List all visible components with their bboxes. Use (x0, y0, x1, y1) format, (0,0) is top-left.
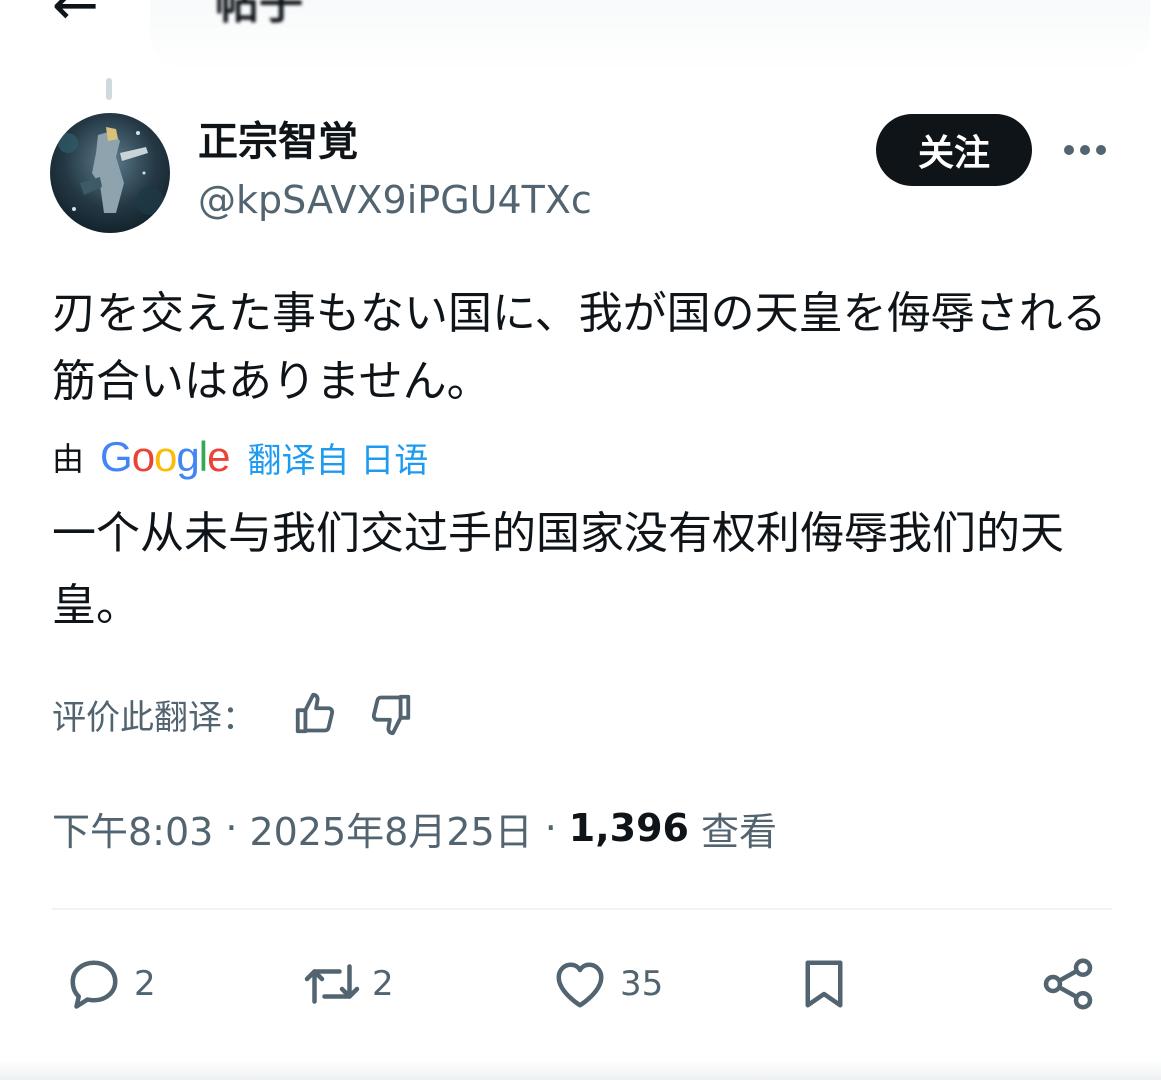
repost-button[interactable]: 2 (302, 952, 394, 1016)
like-count: 35 (620, 964, 664, 1004)
follow-button[interactable]: 关注 (876, 114, 1032, 186)
thumbs-down-icon[interactable] (368, 691, 414, 737)
google-logo: Google (100, 433, 230, 480)
translated-text: 一个从未与我们交过手的国家没有权利侮辱我们的天皇。 (52, 508, 1064, 631)
translated-from-link[interactable]: 翻译自 日语 (247, 433, 428, 482)
thread-connector-line (106, 78, 112, 100)
top-bar: ← 帖子 (0, 0, 1161, 80)
like-button[interactable]: 35 (550, 952, 663, 1016)
rate-translation-label: 评价此翻译： (52, 697, 256, 738)
like-icon (556, 962, 604, 1008)
bookmark-button[interactable] (794, 952, 854, 1016)
bottom-edge (0, 1060, 1161, 1080)
more-icon[interactable] (1062, 140, 1108, 160)
author-handle[interactable]: @kpSAVX9iPGU4TXc (198, 178, 592, 224)
reply-count: 2 (134, 964, 156, 1004)
view-count: 1,396 (568, 806, 689, 850)
share-icon (1043, 958, 1093, 1010)
bookmark-icon (805, 960, 843, 1008)
post-meta: 下午8:03 · 2025年8月25日 · 1,396 查看 (52, 800, 777, 856)
post-text: 刃を交えた事もない国に、我が国の天皇を侮辱される筋合いはありません。 (52, 288, 1107, 407)
repost-count: 2 (372, 964, 394, 1004)
meta-separator: · (544, 806, 557, 850)
repost-icon (304, 964, 360, 1004)
reply-icon (70, 960, 118, 1009)
post-time[interactable]: 下午8:03 (52, 801, 213, 856)
rate-translation: 评价此翻译： (52, 686, 444, 742)
author-display-name[interactable]: 正宗智覚 (198, 118, 358, 166)
page-title: 帖子 (215, 0, 303, 29)
back-arrow-icon[interactable]: ← (52, 0, 99, 34)
translation-by-label: 由 (52, 440, 85, 478)
divider (52, 908, 1112, 910)
avatar[interactable] (50, 113, 170, 233)
meta-separator: · (225, 806, 238, 850)
thumbs-up-icon[interactable] (292, 691, 338, 737)
post-date[interactable]: 2025年8月25日 (249, 801, 532, 856)
share-button[interactable] (1038, 952, 1098, 1016)
reply-button[interactable]: 2 (64, 952, 156, 1016)
translation-attribution: 由 Google 翻译自 日语 (52, 432, 428, 482)
view-count-label: 查看 (700, 809, 777, 854)
